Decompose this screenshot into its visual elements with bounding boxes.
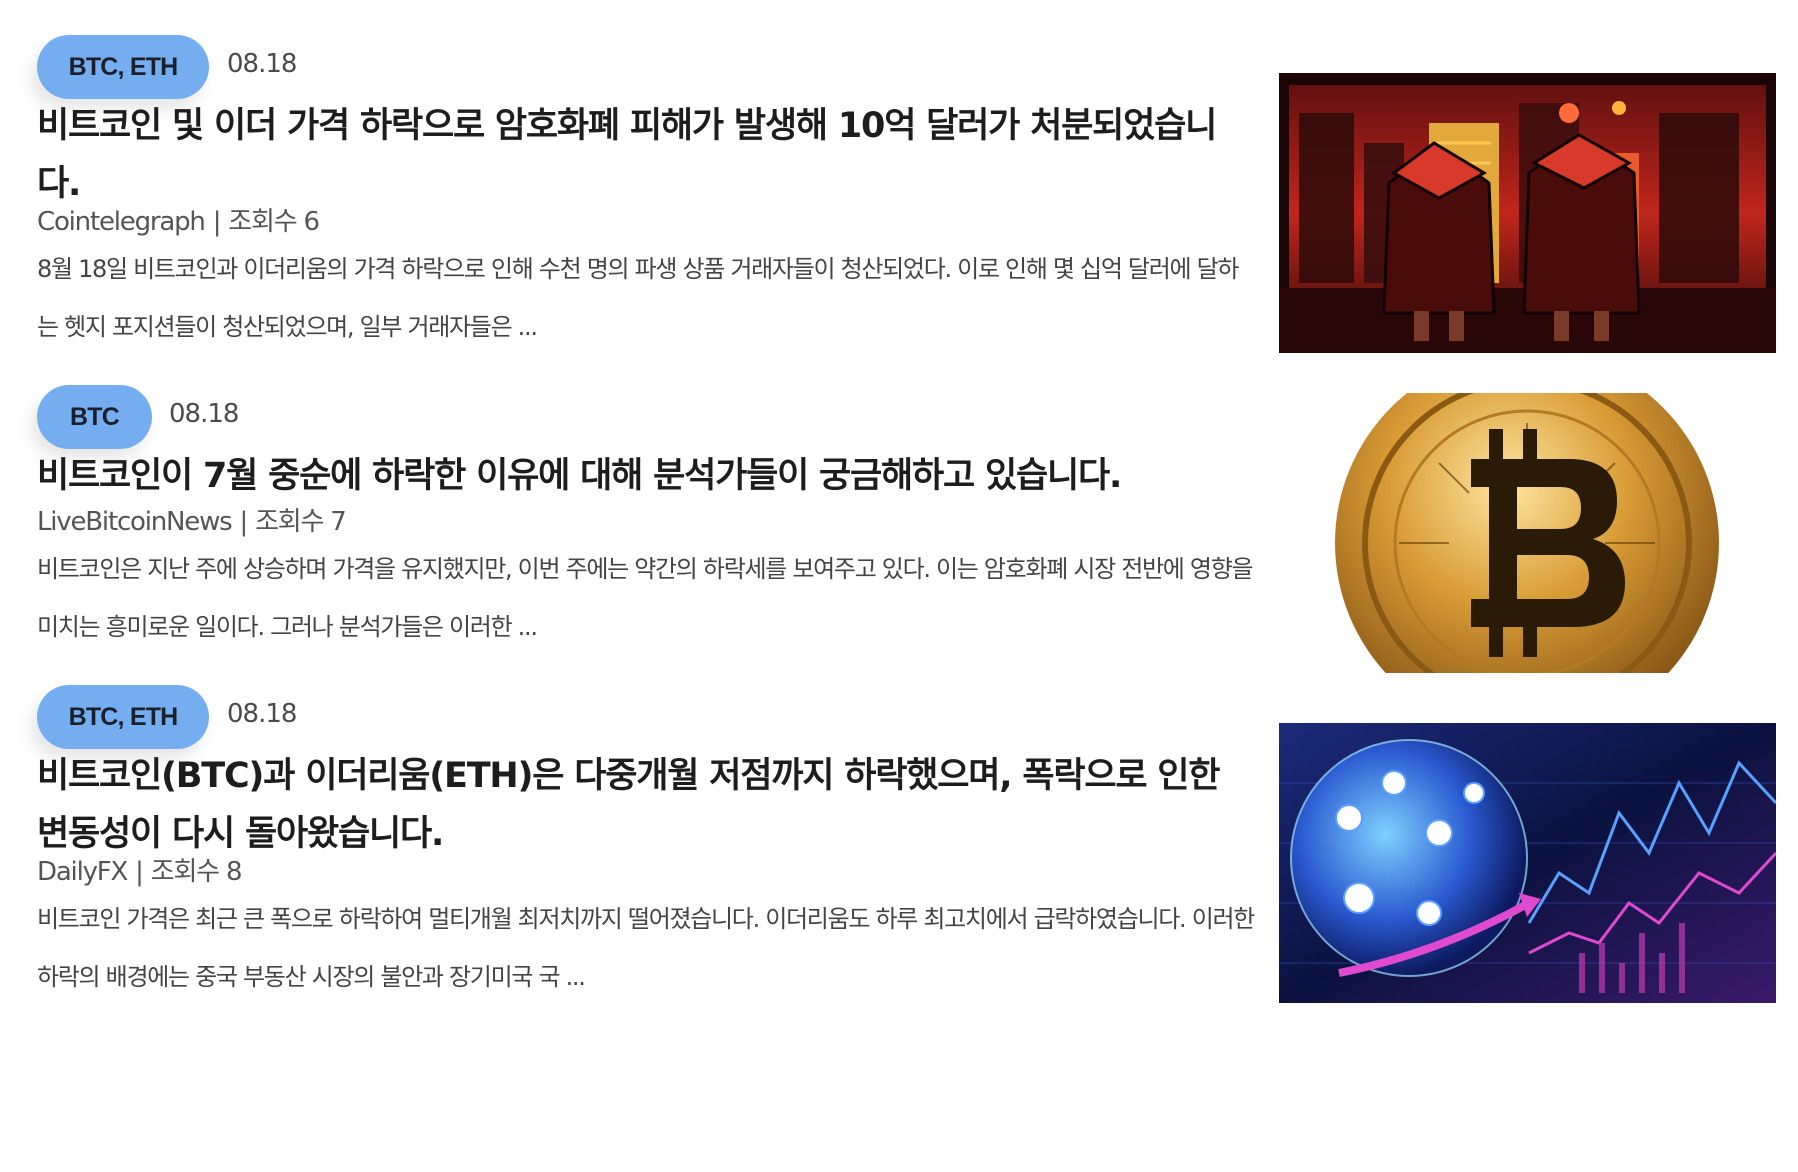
crypto-globe-image [1279, 723, 1776, 1003]
article-title[interactable]: 비트코인이 7월 중순에 하락한 이유에 대해 분석가들이 궁금해하고 있습니다… [37, 447, 1257, 505]
article-source: Cointelegraph [37, 207, 206, 237]
article-date: 08.18 [169, 399, 239, 429]
article-title[interactable]: 비트코인(BTC)과 이더리움(ETH)은 다중개월 저점까지 하락했으며, 폭… [37, 747, 1257, 863]
article-summary: 8월 18일 비트코인과 이더리움의 가격 하락으로 인해 수천 명의 파생 상… [37, 255, 1239, 341]
article-views: 조회수 6 [228, 207, 320, 237]
article-summary: 비트코인은 지난 주에 상승하며 가격을 유지했지만, 이번 주에는 약간의 하… [37, 555, 1254, 641]
meta-separator: | [135, 857, 144, 887]
article-thumbnail[interactable] [1279, 73, 1776, 353]
article-meta: LiveBitcoinNews | 조회수 7 [37, 501, 347, 538]
bitcoin-coin-image [1279, 393, 1776, 673]
article-source: DailyFX [37, 857, 128, 887]
coin-tag[interactable]: BTC [37, 385, 152, 449]
article-thumbnail[interactable] [1279, 723, 1776, 1003]
article-date: 08.18 [227, 699, 297, 729]
meta-separator: | [239, 507, 249, 537]
article-summary: 비트코인 가격은 최근 큰 폭으로 하락하여 멀티개월 최저치까지 떨어졌습니다… [37, 905, 1255, 991]
coin-tag[interactable]: BTC, ETH [37, 685, 209, 749]
article-views: 조회수 8 [150, 857, 243, 887]
article-meta: DailyFX | 조회수 8 [37, 851, 243, 888]
meta-separator: | [212, 207, 222, 237]
news-item[interactable]: BTC, ETH 08.18 비트코인(BTC)과 이더리움(ETH)은 다중개… [0, 685, 1798, 1045]
article-meta: Cointelegraph | 조회수 6 [37, 201, 320, 238]
article-views: 조회수 7 [255, 507, 347, 537]
coin-tag[interactable]: BTC, ETH [37, 35, 209, 99]
article-date: 08.18 [227, 49, 297, 79]
article-thumbnail[interactable] [1279, 393, 1776, 673]
article-title[interactable]: 비트코인 및 이더 가격 하락으로 암호화폐 피해가 발생해 10억 달러가 처… [37, 97, 1257, 213]
crypto-bears-illustration [1279, 73, 1776, 353]
article-source: LiveBitcoinNews [37, 507, 233, 537]
news-item[interactable]: BTC, ETH 08.18 비트코인 및 이더 가격 하락으로 암호화폐 피해… [0, 35, 1798, 395]
